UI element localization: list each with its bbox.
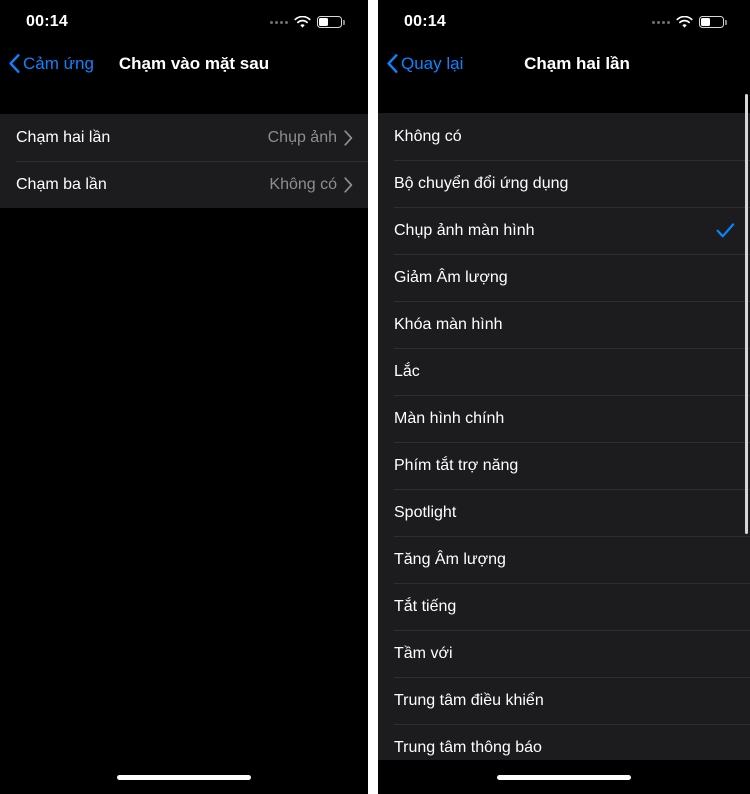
option-label: Trung tâm điều khiển xyxy=(394,691,544,709)
option-row[interactable]: Giảm Âm lượng xyxy=(378,254,750,301)
option-row[interactable]: Phím tắt trợ năng xyxy=(378,442,750,489)
screenshot-stage: 00:14 Cảm ứng Chạm vào mặt sau Chạm hai … xyxy=(0,0,750,794)
signal-dots-icon xyxy=(270,20,288,24)
wifi-icon xyxy=(294,15,311,29)
option-row[interactable]: Tầm với xyxy=(378,630,750,677)
option-label: Spotlight xyxy=(394,503,457,521)
action-option-list: Không có Bộ chuyển đổi ứng dụng Chụp ảnh m… xyxy=(378,113,750,771)
settings-group: Chạm hai lần Chụp ảnh Chạm ba lần Không … xyxy=(0,114,368,208)
back-button-label: Quay lại xyxy=(401,53,464,73)
top-spacer xyxy=(0,87,368,114)
back-button-touch[interactable]: Cảm ứng xyxy=(0,54,94,74)
option-row[interactable]: Chụp ảnh màn hình xyxy=(378,207,750,254)
chevron-left-icon xyxy=(387,54,398,73)
home-indicator-area xyxy=(0,760,368,794)
row-value: Không có xyxy=(269,175,337,193)
option-row[interactable]: Bộ chuyển đổi ứng dụng xyxy=(378,160,750,207)
checkmark-icon xyxy=(716,221,735,240)
row-triple-tap[interactable]: Chạm ba lần Không có xyxy=(0,161,368,208)
right-phone-screen: 00:14 Quay lại Chạm hai lần Không có Bộ … xyxy=(378,0,750,794)
option-label: Chụp ảnh màn hình xyxy=(394,221,535,239)
battery-icon xyxy=(699,16,727,28)
row-label: Chạm ba lần xyxy=(16,175,107,193)
home-indicator[interactable] xyxy=(117,774,251,780)
option-label: Không có xyxy=(394,127,462,145)
vertical-scrollbar[interactable] xyxy=(745,94,748,534)
chevron-right-icon xyxy=(344,176,353,193)
right-status-bar: 00:14 xyxy=(378,0,750,40)
option-label: Giảm Âm lượng xyxy=(394,268,508,286)
option-row[interactable]: Khóa màn hình xyxy=(378,301,750,348)
option-label: Tăng Âm lượng xyxy=(394,550,506,568)
left-phone-screen: 00:14 Cảm ứng Chạm vào mặt sau Chạm hai … xyxy=(0,0,368,794)
option-row[interactable]: Tắt tiếng xyxy=(378,583,750,630)
right-content: Không có Bộ chuyển đổi ứng dụng Chụp ảnh m… xyxy=(378,87,750,794)
back-button-return[interactable]: Quay lại xyxy=(378,54,463,74)
home-indicator-area xyxy=(378,760,750,794)
wifi-icon xyxy=(676,15,693,29)
row-label: Chạm hai lần xyxy=(16,128,111,146)
option-row[interactable]: Lắc xyxy=(378,348,750,395)
left-nav-bar: Cảm ứng Chạm vào mặt sau xyxy=(0,40,368,87)
back-button-label: Cảm ứng xyxy=(23,53,94,73)
option-row[interactable]: Không có xyxy=(378,113,750,160)
option-label: Tầm với xyxy=(394,644,453,662)
option-label: Màn hình chính xyxy=(394,409,505,427)
home-indicator[interactable] xyxy=(497,774,631,780)
option-label: Lắc xyxy=(394,362,420,380)
right-nav-bar: Quay lại Chạm hai lần xyxy=(378,40,750,87)
battery-icon xyxy=(317,16,345,28)
status-time: 00:14 xyxy=(26,13,68,30)
option-label: Tắt tiếng xyxy=(394,597,457,615)
option-label: Phím tắt trợ năng xyxy=(394,456,519,474)
top-spacer xyxy=(378,87,750,113)
chevron-right-icon xyxy=(344,129,353,146)
left-content: Chạm hai lần Chụp ảnh Chạm ba lần Không … xyxy=(0,87,368,794)
status-indicators xyxy=(652,12,727,29)
left-status-bar: 00:14 xyxy=(0,0,368,40)
option-row[interactable]: Tăng Âm lượng xyxy=(378,536,750,583)
chevron-left-icon xyxy=(9,54,20,73)
option-row[interactable]: Spotlight xyxy=(378,489,750,536)
option-label: Bộ chuyển đổi ứng dụng xyxy=(394,174,569,192)
option-label: Khóa màn hình xyxy=(394,315,503,333)
option-row[interactable]: Trung tâm điều khiển xyxy=(378,677,750,724)
status-indicators xyxy=(270,12,345,29)
panel-gap xyxy=(368,0,378,794)
option-label: Trung tâm thông báo xyxy=(394,738,542,756)
signal-dots-icon xyxy=(652,20,670,24)
row-double-tap[interactable]: Chạm hai lần Chụp ảnh xyxy=(0,114,368,161)
row-value: Chụp ảnh xyxy=(267,128,337,146)
status-time: 00:14 xyxy=(404,13,446,30)
option-row[interactable]: Màn hình chính xyxy=(378,395,750,442)
